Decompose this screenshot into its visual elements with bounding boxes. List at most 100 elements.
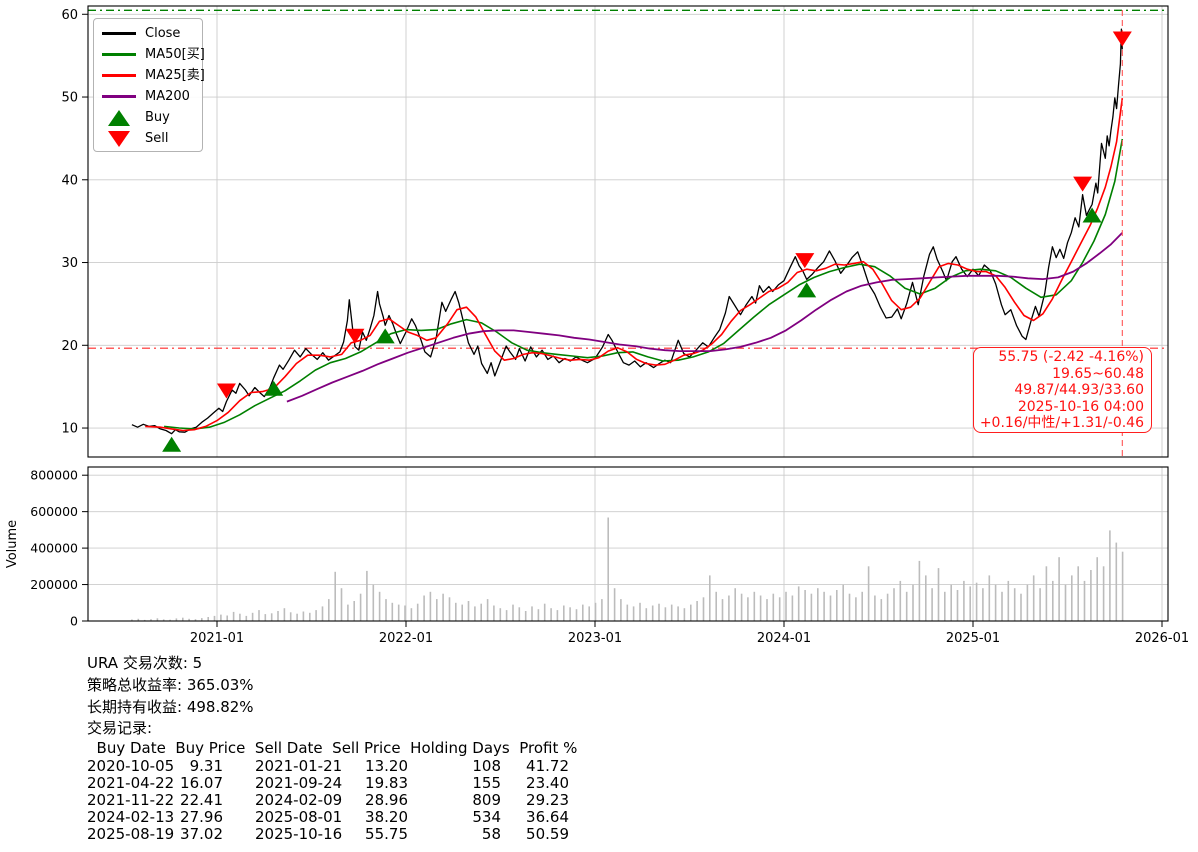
- volume-bar: [766, 599, 768, 621]
- volume-bar: [988, 575, 991, 621]
- volume-bar: [493, 605, 495, 621]
- volume-bar: [715, 591, 717, 621]
- volume-bar: [499, 608, 502, 621]
- volume-bar: [886, 593, 889, 621]
- trades-table: 2020-10-05 9.31 2021-01-21 13.20 108 41.72 202…: [87, 756, 577, 843]
- volume-bar: [925, 575, 927, 621]
- volume-bar: [378, 591, 381, 621]
- volume-bar: [880, 599, 883, 621]
- sell-price: 55.75: [365, 824, 408, 843]
- legend-item-ma200: MA200: [102, 86, 196, 107]
- volume-bar: [677, 606, 679, 621]
- buy-date: 2021-11-22: [87, 790, 175, 809]
- volume-bar: [1090, 570, 1092, 621]
- volume-bar: [613, 588, 616, 621]
- volume-bar: [410, 608, 413, 621]
- holding-days: 809: [472, 790, 501, 809]
- buy-marker: [375, 328, 395, 344]
- trade-row: 2021-04-22 16.07 2021-09-24 19.83 155 23.40: [87, 773, 577, 792]
- volume-bar: [467, 601, 470, 621]
- legend-label-sell: Sell: [145, 131, 169, 146]
- volume-bar: [524, 611, 527, 621]
- trade-row: 2025-08-19 37.02 2025-10-16 55.75 58 50.59: [87, 824, 577, 843]
- close-line-icon: [102, 32, 136, 35]
- volume-y-tick-label: 600000: [30, 504, 78, 519]
- volume-bar: [1013, 588, 1016, 621]
- legend-item-sell: Sell: [102, 128, 196, 149]
- volume-bar: [772, 593, 775, 621]
- legend-label-ma200: MA200: [145, 89, 190, 104]
- volume-bar: [353, 601, 355, 621]
- legend-item-buy: Buy: [102, 107, 196, 128]
- sell-date: 2021-01-21: [255, 756, 343, 775]
- volume-bar: [531, 606, 533, 621]
- volume-bar: [969, 586, 971, 621]
- volume-bar: [1026, 584, 1029, 621]
- volume-bar: [537, 609, 540, 621]
- sell-price: 38.20: [365, 807, 408, 826]
- ma50-line-icon: [102, 53, 136, 56]
- volume-bar: [594, 602, 597, 621]
- volume-bar: [455, 602, 457, 621]
- buy-date: 2021-04-22: [87, 773, 175, 792]
- volume-bar: [836, 590, 838, 621]
- volume-bar: [239, 613, 241, 621]
- volume-bar: [740, 593, 743, 621]
- buy-triangle-icon: [102, 109, 136, 126]
- buy-price: 22.41: [180, 790, 223, 809]
- y-tick-label: 40: [61, 173, 78, 188]
- volume-bar: [747, 597, 749, 621]
- volume-bar: [1020, 593, 1022, 621]
- volume-bar: [1077, 566, 1079, 621]
- holding-days: 534: [472, 807, 501, 826]
- volume-bar: [563, 605, 565, 621]
- trades-table-header: Buy Date Buy Price Sell Date Sell Price …: [87, 739, 578, 758]
- legend-label-ma25: MA25[卖]: [145, 68, 205, 83]
- trade-count-line: URA 交易次数: 5: [87, 654, 203, 672]
- volume-bar: [632, 606, 635, 621]
- buy-price: 9.31: [189, 756, 223, 775]
- sell-price: 13.20: [365, 756, 408, 775]
- volume-bar: [404, 605, 406, 621]
- volume-bar: [950, 584, 952, 621]
- y-tick-label: 60: [61, 8, 78, 23]
- strategy-report: URA 交易次数: 5 策略总收益率: 365.03% 长期持有收益: 498.…: [87, 653, 577, 843]
- buy-price: 27.96: [180, 807, 223, 826]
- trade-row: 2020-10-05 9.31 2021-01-21 13.20 108 41.72: [87, 756, 577, 775]
- volume-bar: [582, 604, 584, 621]
- volume-bar: [817, 588, 819, 621]
- legend-item-close: Close: [102, 23, 196, 44]
- volume-bar: [334, 571, 336, 621]
- sell-marker: [1073, 176, 1093, 192]
- volume-bar: [905, 591, 908, 621]
- volume-bar: [601, 599, 603, 621]
- hold-return-line: 长期持有收益: 498.82%: [87, 697, 254, 716]
- annotation-signal-line: +0.16/中性/+1.31/-0.46: [979, 415, 1144, 432]
- volume-bar: [690, 604, 692, 621]
- buy-marker: [162, 436, 182, 452]
- legend-item-ma25: MA25[卖]: [102, 65, 205, 86]
- sell-date: 2025-10-16: [255, 824, 343, 843]
- volume-bar: [975, 582, 978, 621]
- holding-days: 108: [472, 756, 501, 775]
- records-label: 交易记录:: [87, 719, 153, 738]
- volume-bar: [823, 591, 825, 621]
- volume-bar: [918, 560, 921, 621]
- y-tick-label: 10: [61, 422, 78, 437]
- volume-bar: [855, 597, 857, 621]
- volume-bar: [709, 575, 711, 621]
- volume-bar: [956, 590, 959, 621]
- volume-bar: [944, 591, 946, 621]
- volume-bar: [893, 588, 895, 621]
- annotation-price-line: 55.75 (-2.42 -4.16%): [998, 349, 1144, 365]
- x-tick-label: 2023-01: [568, 631, 622, 646]
- volume-bar: [518, 607, 521, 621]
- trade-row: 2021-11-22 22.41 2024-02-09 28.96 809 29.23: [87, 790, 577, 809]
- volume-bar: [1039, 588, 1041, 621]
- volume-bar: [804, 590, 806, 621]
- buy-date: 2020-10-05: [87, 756, 175, 775]
- volume-bar: [912, 584, 914, 621]
- x-tick-label: 2024-01: [757, 631, 811, 646]
- profit-pct: 29.23: [526, 790, 569, 809]
- volume-bar: [867, 566, 870, 621]
